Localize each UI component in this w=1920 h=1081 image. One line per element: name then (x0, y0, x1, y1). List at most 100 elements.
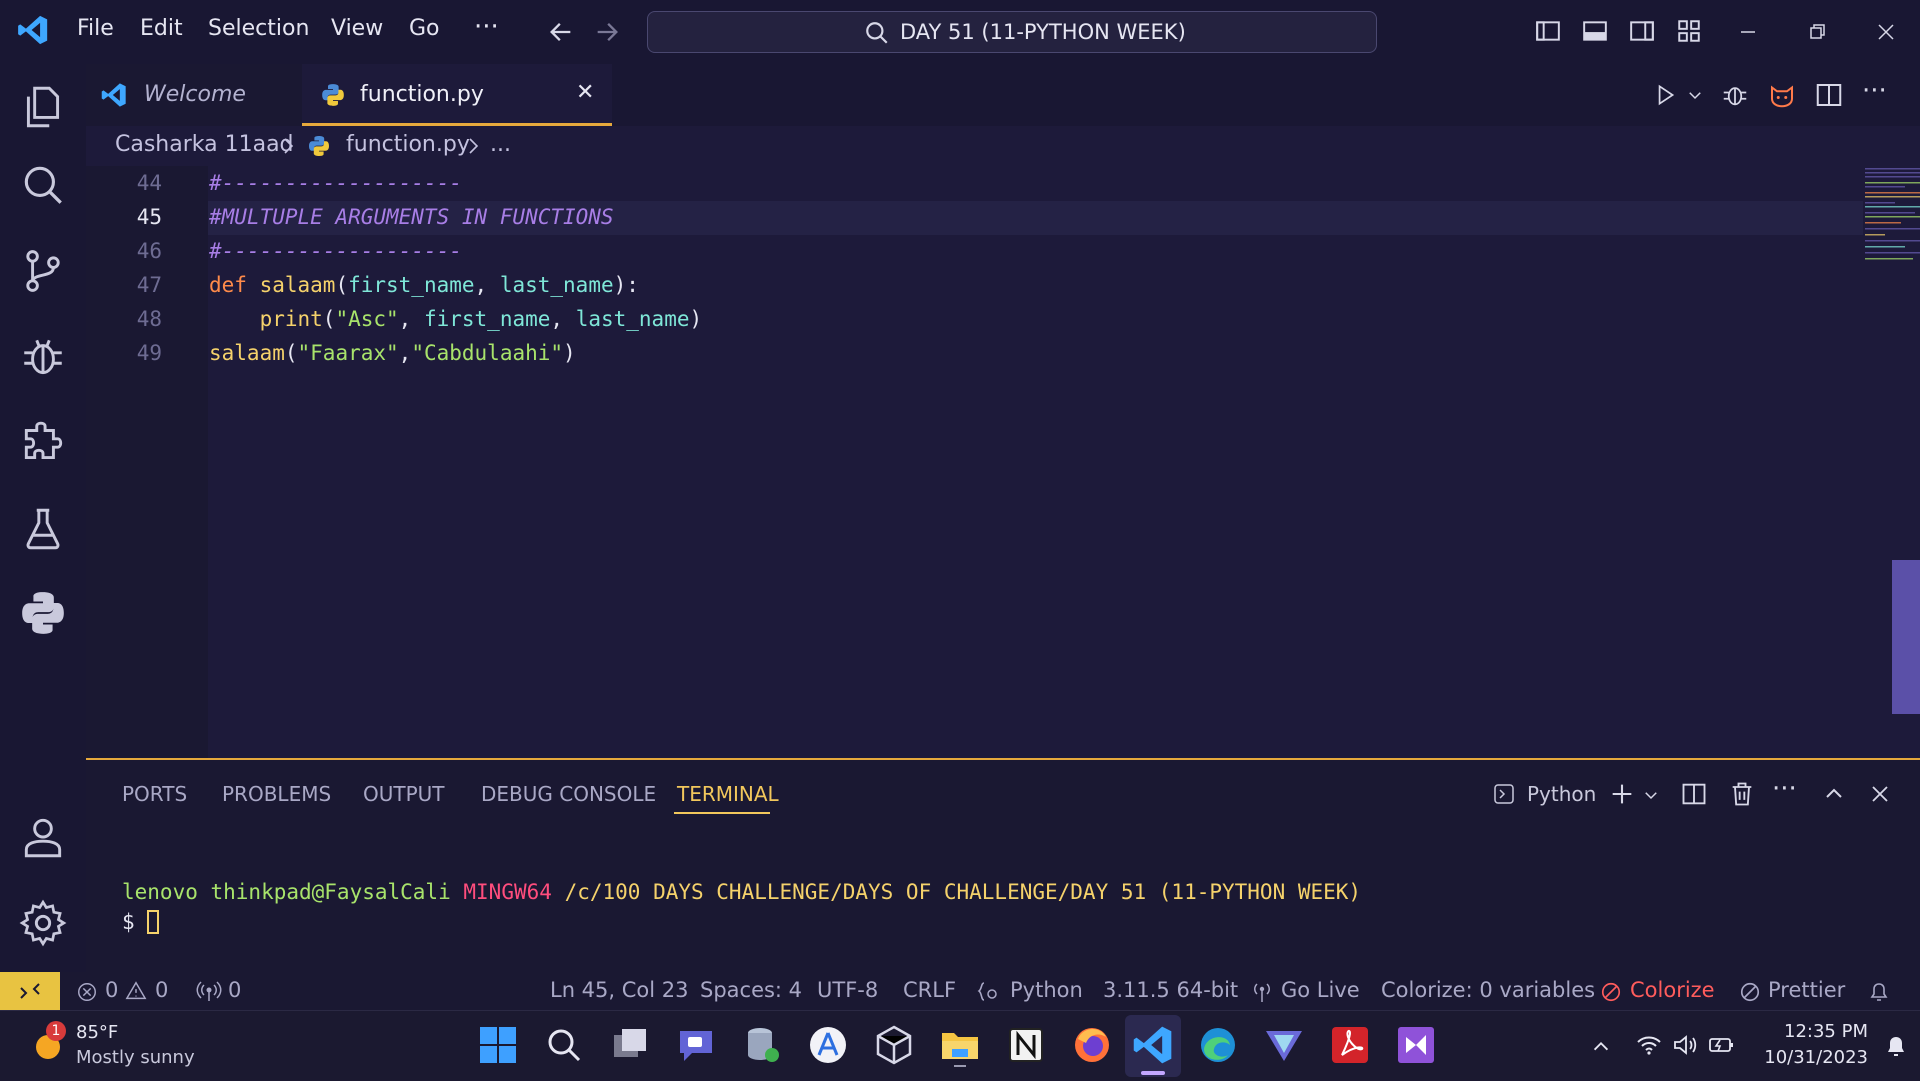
clock-time[interactable]: 12:35 PM (1768, 1021, 1868, 1042)
task-view-icon[interactable] (608, 1023, 652, 1067)
system-tray-chevron-up-icon[interactable] (1590, 1035, 1612, 1057)
new-terminal-plus-icon[interactable] (1608, 780, 1636, 808)
debug-bug-icon[interactable] (1720, 80, 1750, 110)
breadcrumb-symbols[interactable]: ... (490, 132, 511, 157)
windows-start-icon[interactable] (476, 1023, 520, 1067)
run-debug-icon[interactable] (18, 332, 68, 382)
command-center-search[interactable]: DAY 51 (11-PYTHON WEEK) (647, 11, 1377, 53)
python-interpreter[interactable]: 3.11.5 64-bit (1103, 978, 1238, 1002)
go-live-button[interactable]: Go Live (1281, 978, 1360, 1002)
colorize-button[interactable]: Colorize (1630, 978, 1715, 1002)
wifi-icon[interactable] (1636, 1033, 1662, 1057)
extensions-icon[interactable] (18, 418, 68, 468)
split-editor-icon[interactable] (1814, 80, 1844, 110)
code-editor[interactable]: 44 45 46 47 48 49 #------------------- #MULTUP… (86, 166, 1920, 758)
kill-terminal-trash-icon[interactable] (1728, 780, 1756, 808)
restore-icon[interactable] (1808, 22, 1828, 42)
close-panel-icon[interactable] (1868, 782, 1892, 806)
back-arrow-icon[interactable] (546, 18, 576, 46)
terminal-input-line[interactable]: $ (122, 910, 160, 934)
remote-indicator[interactable] (0, 972, 60, 1010)
code-line[interactable]: #------------------- (209, 171, 462, 195)
cursor-position[interactable]: Ln 45, Col 23 (550, 978, 689, 1002)
ports-count[interactable]: 0 (228, 978, 241, 1002)
menu-more[interactable]: ··· (474, 12, 499, 42)
split-terminal-icon[interactable] (1680, 780, 1708, 808)
vscode-tab-icon (101, 83, 126, 107)
minimize-icon[interactable] (1738, 22, 1758, 42)
notion-icon[interactable] (1004, 1023, 1048, 1067)
python-icon[interactable] (18, 588, 68, 638)
panel-tab-debug-console[interactable]: DEBUG CONSOLE (481, 782, 656, 806)
database-app-icon[interactable] (740, 1023, 784, 1067)
teams-chat-icon[interactable] (674, 1023, 718, 1067)
terminal-prompt-line[interactable]: lenovo thinkpad@FaysalCali MINGW64 /c/10… (122, 880, 1361, 904)
end-of-line[interactable]: CRLF (903, 978, 956, 1002)
run-python-file-icon[interactable] (1652, 82, 1678, 108)
testing-icon[interactable] (18, 504, 68, 554)
app-store-icon[interactable] (806, 1023, 850, 1067)
toggle-sidebar-icon[interactable] (1534, 18, 1562, 44)
tab-function-py[interactable]: function.py ✕ (302, 64, 612, 126)
code-line[interactable]: #------------------- (209, 239, 462, 263)
menu-file[interactable]: File (77, 16, 114, 41)
edge-browser-icon[interactable] (1196, 1023, 1240, 1067)
code-line[interactable]: def salaam(first_name, last_name): (209, 273, 639, 297)
visual-studio-icon[interactable] (1394, 1023, 1438, 1067)
source-control-icon[interactable] (18, 246, 68, 296)
error-count[interactable]: 0 (105, 978, 118, 1002)
customize-layout-icon[interactable] (1675, 18, 1703, 44)
editor-more-actions[interactable]: ··· (1862, 76, 1887, 106)
panel-more-actions[interactable]: ··· (1772, 774, 1797, 804)
file-explorer-icon[interactable] (938, 1023, 982, 1067)
virtualbox-cube-icon[interactable] (872, 1023, 916, 1067)
taskbar-search-icon[interactable] (542, 1023, 586, 1067)
indentation[interactable]: Spaces: 4 (700, 978, 802, 1002)
battery-charging-icon[interactable] (1708, 1033, 1736, 1057)
notification-center-bell-icon[interactable] (1884, 1033, 1908, 1059)
menu-go[interactable]: Go (409, 16, 440, 41)
forward-arrow-icon[interactable] (592, 18, 622, 46)
code-line[interactable]: #MULTUPLE ARGUMENTS IN FUNCTIONS (209, 205, 614, 229)
file-encoding[interactable]: UTF-8 (817, 978, 878, 1002)
firefox-icon[interactable] (1070, 1023, 1114, 1067)
breadcrumb-folder[interactable]: Casharka 11aad (115, 132, 294, 157)
vpn-app-icon[interactable] (1262, 1023, 1306, 1067)
adobe-acrobat-icon[interactable] (1328, 1023, 1372, 1067)
volume-icon[interactable] (1672, 1033, 1698, 1057)
code-line[interactable]: print("Asc", first_name, last_name) (209, 307, 703, 331)
prettier-button[interactable]: Prettier (1768, 978, 1845, 1002)
terminal-dropdown-chevron-icon[interactable] (1642, 786, 1660, 804)
language-mode[interactable]: Python (1010, 978, 1083, 1002)
notifications-bell-icon[interactable] (1868, 980, 1890, 1004)
breadcrumb-file[interactable]: function.py (346, 132, 470, 157)
close-window-icon[interactable] (1876, 22, 1896, 42)
panel-tab-output[interactable]: OUTPUT (363, 782, 445, 806)
search-sidebar-icon[interactable] (18, 160, 68, 210)
vscode-taskbar-button[interactable] (1125, 1015, 1181, 1077)
settings-gear-icon[interactable] (18, 898, 68, 948)
terminal-profile-name[interactable]: Python (1527, 782, 1596, 806)
explorer-icon[interactable] (18, 82, 68, 132)
warning-count[interactable]: 0 (155, 978, 168, 1002)
panel-tab-terminal[interactable]: TERMINAL (677, 782, 779, 806)
toggle-secondary-sidebar-icon[interactable] (1628, 18, 1656, 44)
vscode-logo-icon[interactable] (16, 13, 50, 47)
toggle-panel-icon[interactable] (1581, 18, 1609, 44)
accounts-icon[interactable] (18, 812, 68, 862)
clock-date[interactable]: 10/31/2023 (1754, 1047, 1868, 1068)
menu-edit[interactable]: Edit (140, 16, 183, 41)
panel-tab-ports[interactable]: PORTS (122, 782, 187, 806)
weather-widget[interactable]: 1 (28, 1021, 68, 1065)
maximize-panel-chevron-up-icon[interactable] (1822, 782, 1846, 806)
menu-selection[interactable]: Selection (208, 16, 309, 41)
code-line[interactable]: salaam("Faarax","Cabdulaahi") (209, 341, 576, 365)
menu-view[interactable]: View (331, 16, 383, 41)
colorize-variables[interactable]: Colorize: 0 variables (1381, 978, 1595, 1002)
run-dropdown-chevron-icon[interactable] (1686, 86, 1704, 104)
panel-tab-problems[interactable]: PROBLEMS (222, 782, 331, 806)
extension-cat-icon[interactable] (1767, 80, 1797, 110)
editor-scrollbar[interactable] (1892, 560, 1920, 714)
tab-close-icon[interactable]: ✕ (576, 80, 594, 105)
tab-welcome[interactable]: Welcome (86, 64, 302, 126)
